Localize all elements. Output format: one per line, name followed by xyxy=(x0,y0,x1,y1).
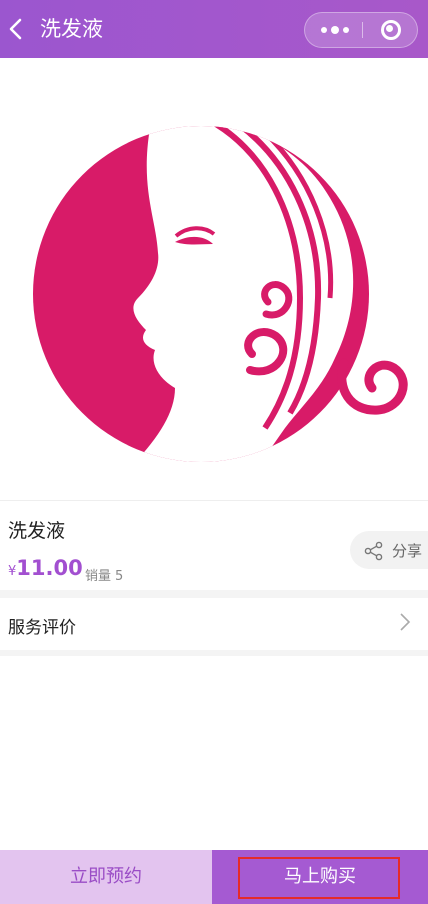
service-review-label: 服务评价 xyxy=(8,618,76,638)
share-label: 分享 xyxy=(392,542,423,560)
section-divider xyxy=(0,590,428,598)
more-dot xyxy=(331,26,339,34)
buy-now-button[interactable]: 马上购买 xyxy=(212,850,428,904)
more-dots-icon xyxy=(321,27,327,33)
mini-program-capsule xyxy=(304,12,418,48)
more-dot xyxy=(343,27,349,33)
product-info: 洗发液 ¥11.00 销量 5 分享 xyxy=(0,500,428,591)
product-image xyxy=(0,58,428,498)
sales-label: 销量 xyxy=(85,569,112,584)
section-divider xyxy=(0,650,428,656)
more-button[interactable] xyxy=(305,13,362,47)
buy-now-label: 马上购买 xyxy=(284,866,356,887)
price-value: 11.00 xyxy=(16,556,83,580)
service-review-row[interactable]: 服务评价 xyxy=(0,598,428,650)
chevron-right-icon xyxy=(400,613,411,631)
close-button[interactable] xyxy=(363,13,419,47)
reserve-now-button[interactable]: 立即预约 xyxy=(0,850,212,904)
page-title: 洗发液 xyxy=(40,17,103,41)
sales-count: 5 xyxy=(115,569,124,584)
chevron-left-icon xyxy=(9,18,22,40)
share-button[interactable]: 分享 xyxy=(350,531,428,569)
sales-info: 销量 5 xyxy=(85,565,123,584)
product-name: 洗发液 xyxy=(8,520,66,542)
woman-profile-logo-icon xyxy=(33,126,408,462)
bottom-action-bar: 立即预约 马上购买 xyxy=(0,850,428,904)
share-icon xyxy=(364,541,383,561)
back-button[interactable] xyxy=(4,12,34,46)
header-bar: 洗发液 xyxy=(0,0,428,58)
product-price: ¥11.00 xyxy=(8,556,83,580)
target-icon-dot xyxy=(386,25,393,32)
